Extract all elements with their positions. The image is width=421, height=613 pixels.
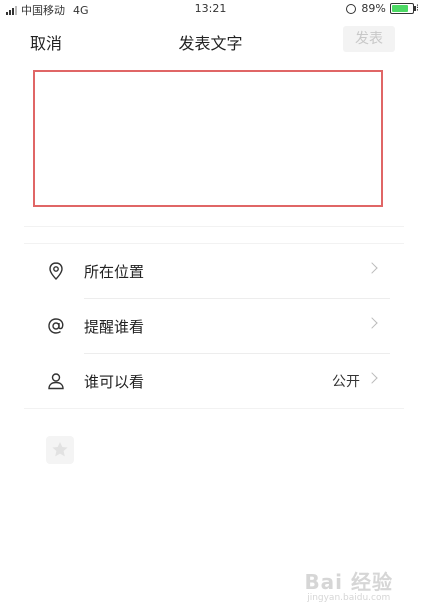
status-bar-right: 89% ⁝ bbox=[346, 2, 419, 15]
battery-fill bbox=[391, 5, 408, 12]
at-sign-icon bbox=[48, 318, 64, 334]
charging-indicator: ⁝ bbox=[415, 3, 419, 14]
battery-icon bbox=[389, 3, 416, 14]
location-pin-icon bbox=[49, 262, 63, 280]
option-label: 所在位置 bbox=[84, 263, 145, 281]
chevron-right-icon bbox=[366, 317, 378, 329]
option-row-visibility[interactable]: 谁可以看 公开 bbox=[24, 354, 390, 408]
visibility-value: 公开 bbox=[332, 374, 360, 390]
favorite-star-icon[interactable] bbox=[46, 436, 74, 464]
post-text-input[interactable] bbox=[33, 70, 383, 207]
rotation-lock-icon bbox=[346, 3, 357, 14]
status-bar: 中国移动 4G 13:21 89% ⁝ bbox=[0, 0, 421, 18]
publish-button[interactable]: 发表 bbox=[343, 26, 395, 52]
nav-bar: 取消 发表文字 发表 bbox=[0, 22, 421, 58]
option-label: 提醒谁看 bbox=[84, 318, 145, 336]
baidu-jingyan-watermark: Bai 经验 jingyan.baidu.com bbox=[304, 566, 393, 603]
battery-percent: 89% bbox=[361, 2, 386, 15]
option-label: 谁可以看 bbox=[84, 373, 145, 391]
option-row-mention[interactable]: 提醒谁看 bbox=[24, 299, 390, 353]
option-row-location[interactable]: 所在位置 bbox=[24, 244, 390, 298]
chevron-right-icon bbox=[366, 372, 378, 384]
watermark-logo: Bai 经验 bbox=[304, 570, 393, 594]
chevron-right-icon bbox=[366, 262, 378, 274]
section-divider bbox=[24, 408, 404, 409]
person-icon bbox=[48, 373, 64, 390]
section-divider bbox=[24, 226, 404, 227]
watermark-site: jingyan.baidu.com bbox=[307, 593, 391, 603]
